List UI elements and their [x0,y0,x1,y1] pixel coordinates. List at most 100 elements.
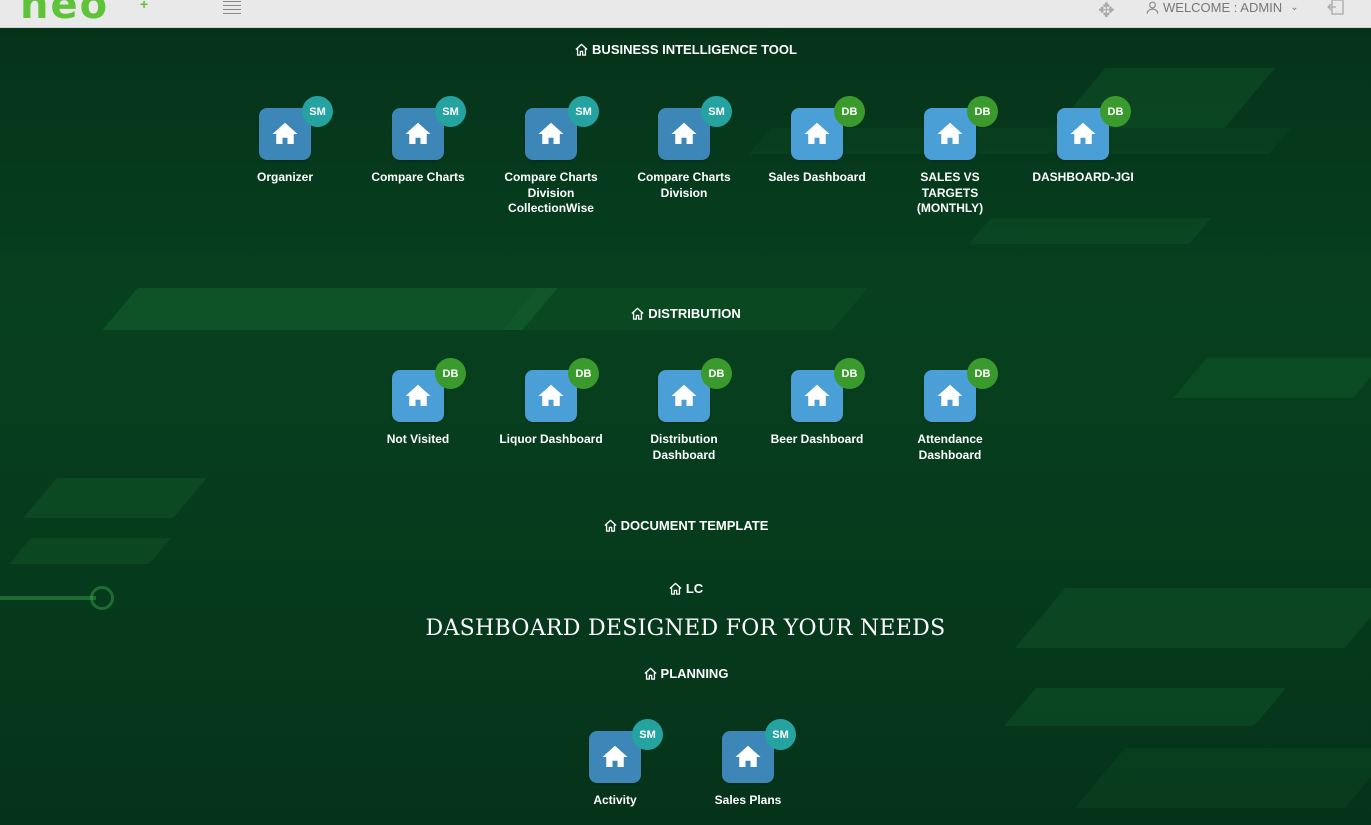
section-label: DISTRIBUTION [648,306,741,321]
badge-db: DB [834,358,865,389]
tile-icon: SM [722,719,796,783]
home-outline-icon [604,519,617,532]
tile-not-visited[interactable]: DB Not Visited [363,358,473,448]
tile-dashboard-jgi[interactable]: DB DASHBOARD-JGI [1028,96,1138,186]
badge-db: DB [435,358,466,389]
tile-organizer[interactable]: SM Organizer [230,96,340,186]
tile-compare-charts[interactable]: SM Compare Charts [363,96,473,186]
home-icon [671,122,697,144]
tile-icon: DB [1057,96,1131,160]
badge-sm: SM [701,96,732,127]
home-icon [538,122,564,144]
badge-db: DB [701,358,732,389]
tile-label: Compare Charts Division CollectionWise [504,170,598,215]
section-label: PLANNING [660,666,729,681]
tile-label: Sales Plans [714,793,782,807]
tile-icon: SM [658,96,732,160]
bg-stripe [23,478,207,518]
tile-icon: SM [259,96,333,160]
tile-label: Attendance Dashboard [917,432,983,462]
home-icon [538,384,564,406]
badge-db: DB [568,358,599,389]
tile-icon: DB [791,358,865,422]
tile-distribution-dashboard[interactable]: DB Distribution Dashboard [629,358,739,463]
top-bar: neo + ✥ WELCOME : ADMIN ⌄ [0,0,1371,28]
logo-plus-icon: + [140,0,149,12]
section-title-lc[interactable]: LC [0,581,1371,596]
tile-beer-dashboard[interactable]: DB Beer Dashboard [762,358,872,448]
bg-stripe [1004,688,1286,726]
bg-stripe [969,218,1211,244]
logo[interactable]: neo [20,0,109,28]
tile-icon: DB [658,358,732,422]
home-icon [937,384,963,406]
badge-sm: SM [765,719,796,750]
tile-icon: SM [525,96,599,160]
user-icon [1146,1,1159,14]
tile-compare-charts-division-collectionwise[interactable]: SM Compare Charts Division CollectionWis… [496,96,606,217]
home-outline-icon [631,307,644,320]
home-icon [804,384,830,406]
tile-label: SALES VS TARGETS (MONTHLY) [916,170,984,215]
tile-sales-vs-targets[interactable]: DB SALES VS TARGETS (MONTHLY) [895,96,1005,217]
section-label: LC [685,581,704,596]
section-title-distribution: DISTRIBUTION [0,306,1371,321]
tile-sales-dashboard[interactable]: DB Sales Dashboard [762,96,872,186]
tile-activity[interactable]: SM Activity [560,719,670,809]
home-icon [937,122,963,144]
tile-label: Not Visited [386,432,450,446]
home-icon [405,122,431,144]
tile-label: Activity [593,793,637,807]
welcome-text: WELCOME : ADMIN [1163,0,1283,15]
section-label: BUSINESS INTELLIGENCE TOOL [592,42,797,57]
tile-icon: DB [525,358,599,422]
tile-compare-charts-division[interactable]: SM Compare Charts Division [629,96,739,201]
user-menu[interactable]: WELCOME : ADMIN ⌄ [1146,0,1299,15]
tile-icon: DB [924,96,998,160]
section-title-business-intelligence: BUSINESS INTELLIGENCE TOOL [0,42,1371,57]
badge-sm: SM [435,96,466,127]
tile-icon: DB [791,96,865,160]
bg-stripe [1173,358,1371,398]
home-outline-icon [575,43,588,56]
badge-db: DB [967,96,998,127]
section-title-document-template[interactable]: DOCUMENT TEMPLATE [0,518,1371,533]
tile-label: Compare Charts [371,170,465,184]
badge-sm: SM [568,96,599,127]
tile-liquor-dashboard[interactable]: DB Liquor Dashboard [496,358,606,448]
badge-db: DB [834,96,865,127]
logout-icon[interactable] [1327,0,1345,21]
tile-attendance-dashboard[interactable]: DB Attendance Dashboard [895,358,1005,463]
tile-sales-plans[interactable]: SM Sales Plans [693,719,803,809]
home-icon [735,745,761,767]
home-icon [804,122,830,144]
tile-icon: SM [392,96,466,160]
hamburger-menu-icon[interactable] [223,1,241,15]
bg-stripe [1074,748,1371,808]
home-icon [1070,122,1096,144]
tile-icon: DB [392,358,466,422]
home-icon [272,122,298,144]
tile-label: Organizer [256,170,313,184]
tagline: DASHBOARD DESIGNED FOR YOUR NEEDS [425,616,946,641]
badge-db: DB [1100,96,1131,127]
section-label: DOCUMENT TEMPLATE [620,518,769,533]
move-arrows-icon[interactable]: ✥ [1098,0,1115,23]
home-outline-icon [669,582,682,595]
badge-sm: SM [632,719,663,750]
circuit-line [0,596,96,600]
home-outline-icon [643,667,657,680]
badge-db: DB [967,358,998,389]
badge-sm: SM [302,96,333,127]
home-icon [602,745,628,767]
home-icon [671,384,697,406]
chevron-down-icon: ⌄ [1290,2,1299,13]
tile-label: Distribution Dashboard [650,432,718,462]
bg-stripe [9,538,171,564]
tile-label: Liquor Dashboard [499,432,603,446]
tile-label: DASHBOARD-JGI [1032,170,1134,184]
tile-icon: DB [924,358,998,422]
tile-label: Sales Dashboard [768,170,866,184]
tile-icon: SM [589,719,663,783]
section-title-planning: PLANNING [0,666,1371,681]
